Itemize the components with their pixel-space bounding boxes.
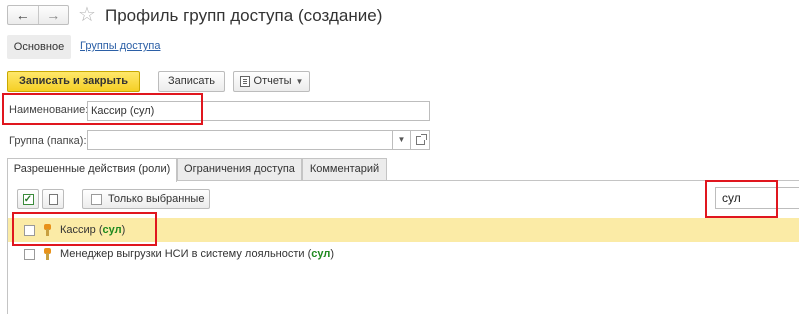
tab-allowed-actions[interactable]: Разрешенные действия (роли) bbox=[7, 158, 177, 182]
role-label: Менеджер выгрузки НСИ в систему лояльнос… bbox=[60, 248, 335, 260]
key-icon bbox=[43, 248, 52, 260]
role-checkbox[interactable] bbox=[24, 248, 35, 260]
only-selected-toggle[interactable]: Только выбранные bbox=[82, 189, 210, 209]
annotation-box-search bbox=[705, 180, 778, 218]
star-icon[interactable]: ☆ bbox=[78, 2, 96, 27]
copy-icon bbox=[48, 191, 63, 205]
chevron-down-icon: ▼ bbox=[295, 77, 304, 86]
navigation-buttons: ← → bbox=[7, 5, 69, 25]
section-access-groups-link[interactable]: Группы доступа bbox=[80, 40, 160, 52]
open-button[interactable] bbox=[411, 130, 430, 150]
check-all-button[interactable]: ✓ bbox=[17, 189, 39, 209]
dropdown-arrow-icon[interactable]: ▼ bbox=[393, 130, 411, 150]
tab-access-restrictions[interactable]: Ограничения доступа bbox=[177, 158, 302, 180]
group-label: Группа (папка): bbox=[9, 135, 87, 147]
back-arrow-icon[interactable]: ← bbox=[8, 6, 38, 24]
annotation-box-name bbox=[2, 93, 203, 125]
copy-button[interactable] bbox=[42, 189, 64, 209]
forward-arrow-icon[interactable]: → bbox=[37, 6, 69, 24]
only-selected-label: Только выбранные bbox=[108, 192, 205, 205]
group-input[interactable] bbox=[87, 130, 393, 150]
only-selected-checkbox[interactable] bbox=[91, 193, 102, 205]
tab-comment[interactable]: Комментарий bbox=[302, 158, 387, 180]
save-and-close-button[interactable]: Записать и закрыть bbox=[7, 71, 140, 92]
reports-button[interactable]: Отчеты ▼ bbox=[233, 71, 310, 92]
open-icon bbox=[415, 133, 427, 145]
save-button[interactable]: Записать bbox=[158, 71, 225, 92]
report-icon bbox=[239, 76, 250, 87]
check-all-icon: ✓ bbox=[22, 193, 34, 205]
section-main[interactable]: Основное bbox=[7, 35, 71, 59]
role-match: сул bbox=[311, 248, 331, 260]
annotation-box-role bbox=[12, 212, 157, 246]
reports-label: Отчеты bbox=[253, 75, 292, 87]
page-title: Профиль групп доступа (создание) bbox=[105, 6, 383, 25]
